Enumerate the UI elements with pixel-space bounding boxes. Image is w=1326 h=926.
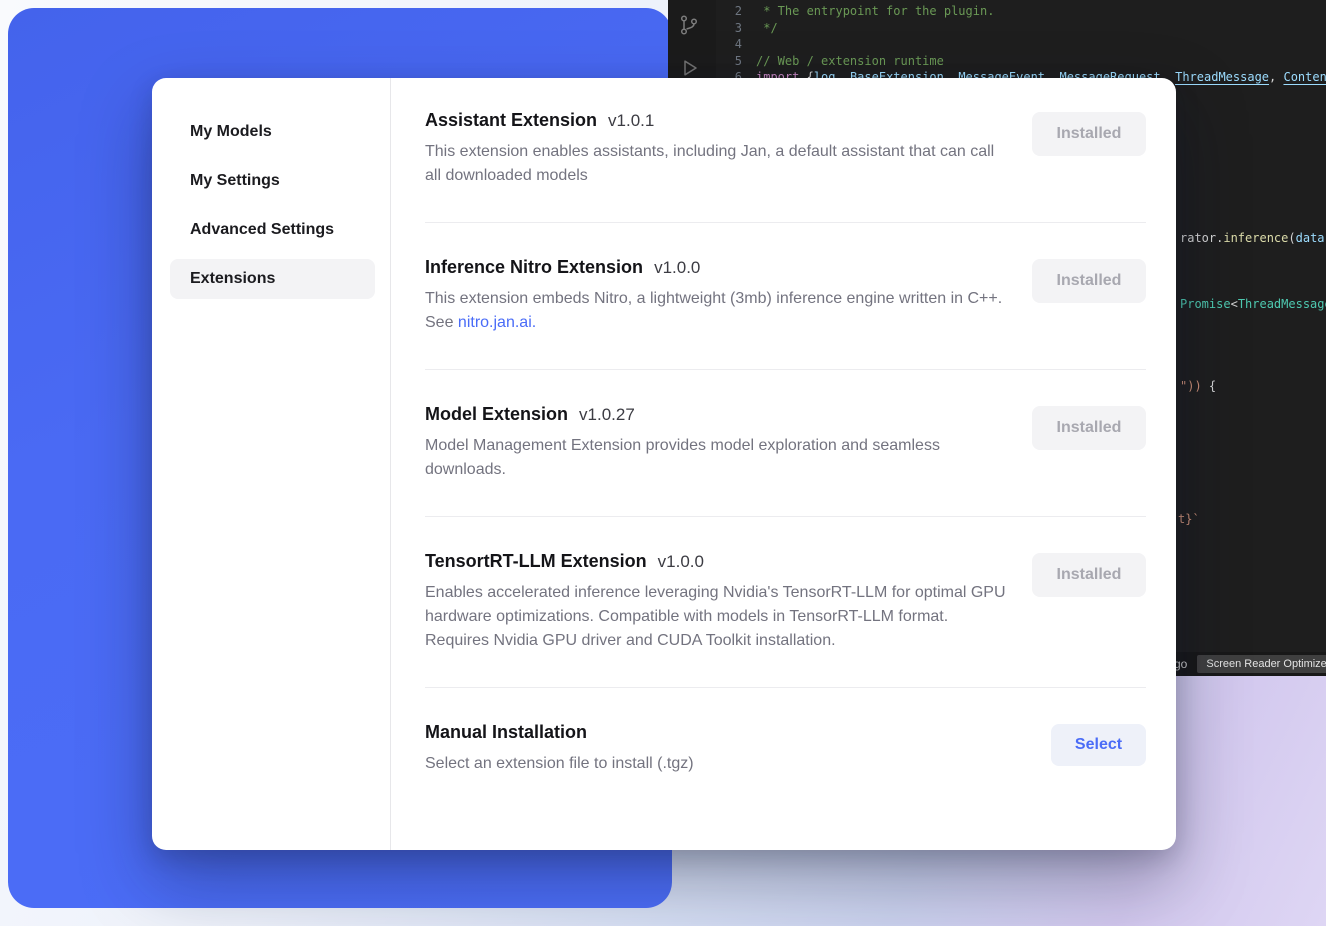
extension-title: Model Extension	[425, 404, 568, 425]
sidebar-item-label: Advanced Settings	[190, 221, 334, 238]
code-token: Promise	[1180, 297, 1231, 311]
extension-description: Enables accelerated inference leveraging…	[425, 581, 1007, 653]
extension-title-row: Model Extension v1.0.27	[425, 404, 1007, 425]
extension-info: Model Extension v1.0.27 Model Management E…	[425, 404, 1007, 482]
code-token: */	[756, 21, 778, 35]
code-token: * The entrypoint for the plugin.	[756, 4, 994, 18]
extension-title: Assistant Extension	[425, 110, 597, 131]
sidebar-item-my-models[interactable]: My Models	[170, 112, 375, 152]
code-token: // Web / extension runtime	[756, 54, 944, 68]
screen-reader-status-chip[interactable]: Screen Reader Optimize	[1197, 655, 1326, 673]
code-line: 4	[716, 36, 1326, 53]
code-line: 3 */	[716, 20, 1326, 37]
sidebar-item-label: My Settings	[190, 172, 280, 189]
extension-title: TensortRT-LLM Extension	[425, 551, 647, 572]
extension-title-row: Assistant Extension v1.0.1	[425, 110, 1007, 131]
extension-info: TensortRT-LLM Extension v1.0.0 Enables acc…	[425, 551, 1007, 653]
extension-row: Model Extension v1.0.27 Model Management E…	[425, 370, 1146, 517]
extension-version: v1.0.1	[608, 111, 654, 131]
extension-info: Inference Nitro Extension v1.0.0 This exte…	[425, 257, 1007, 335]
sidebar-item-advanced-settings[interactable]: Advanced Settings	[170, 210, 375, 250]
code-token: inference	[1223, 231, 1288, 245]
code-token: ,	[1269, 70, 1283, 84]
code-token: ThreadMessage	[1238, 297, 1326, 311]
code-fragment: rator.inference(data));	[1180, 230, 1326, 246]
extension-row: TensortRT-LLM Extension v1.0.0 Enables acc…	[425, 517, 1146, 688]
extension-info: Manual Installation Select an extension f…	[425, 722, 1007, 776]
settings-modal: My Models My Settings Advanced Settings Ext…	[152, 78, 1176, 850]
extension-row: Manual Installation Select an extension f…	[425, 688, 1146, 810]
run-debug-icon[interactable]	[677, 56, 701, 80]
extension-row: Assistant Extension v1.0.1 This extension …	[425, 108, 1146, 223]
code-token: data	[1296, 231, 1325, 245]
code-line: 5 // Web / extension runtime	[716, 53, 1326, 70]
status-text: go	[1174, 657, 1187, 671]
sidebar-item-label: Extensions	[190, 270, 275, 287]
code-token: rator.	[1180, 231, 1223, 245]
extension-version: v1.0.0	[658, 552, 704, 572]
extension-title-row: TensortRT-LLM Extension v1.0.0	[425, 551, 1007, 572]
installed-button[interactable]: Installed	[1032, 259, 1146, 303]
settings-nav: My Models My Settings Advanced Settings Ext…	[152, 78, 391, 850]
sidebar-item-my-settings[interactable]: My Settings	[170, 161, 375, 201]
code-token: ThreadMessage	[1175, 70, 1269, 84]
extension-title: Inference Nitro Extension	[425, 257, 643, 278]
extension-description: Model Management Extension provides mode…	[425, 434, 1007, 482]
extensions-list: Assistant Extension v1.0.1 This extension …	[391, 78, 1176, 850]
code-line: 2 * The entrypoint for the plugin.	[716, 3, 1326, 20]
extension-title: Manual Installation	[425, 722, 587, 743]
line-number: 4	[716, 36, 742, 53]
extension-version: v1.0.27	[579, 405, 635, 425]
line-number: 5	[716, 53, 742, 70]
extension-row: Inference Nitro Extension v1.0.0 This exte…	[425, 223, 1146, 370]
line-number: 2	[716, 3, 742, 20]
installed-button[interactable]: Installed	[1032, 112, 1146, 156]
extension-description: This extension embeds Nitro, a lightweig…	[425, 287, 1007, 335]
installed-button[interactable]: Installed	[1032, 553, 1146, 597]
extension-title-row: Manual Installation	[425, 722, 1007, 743]
code-token: ContentType	[1283, 70, 1326, 84]
sidebar-item-extensions[interactable]: Extensions	[170, 259, 375, 299]
extension-description: Select an extension file to install (.tg…	[425, 752, 1007, 776]
code-fragment: Promise<ThreadMessage>	[1180, 296, 1326, 312]
code-token: t}`	[1178, 512, 1200, 526]
source-control-icon[interactable]	[677, 13, 701, 37]
line-number: 3	[716, 20, 742, 37]
code-token: <	[1231, 297, 1238, 311]
extension-version: v1.0.0	[654, 258, 700, 278]
sidebar-item-label: My Models	[190, 123, 272, 140]
code-token: "))	[1180, 379, 1202, 393]
extension-title-row: Inference Nitro Extension v1.0.0	[425, 257, 1007, 278]
nitro-link[interactable]: nitro.jan.ai.	[458, 314, 536, 331]
installed-button[interactable]: Installed	[1032, 406, 1146, 450]
extension-info: Assistant Extension v1.0.1 This extension …	[425, 110, 1007, 188]
code-fragment: t}`	[1178, 511, 1200, 527]
extension-description: This extension enables assistants, inclu…	[425, 140, 1007, 188]
code-token: {	[1202, 379, 1216, 393]
code-fragment: ")) {	[1180, 378, 1216, 394]
code-token: (	[1288, 231, 1295, 245]
select-button[interactable]: Select	[1051, 724, 1146, 766]
desktop-scene: 2 * The entrypoint for the plugin.3 */45…	[0, 0, 1326, 926]
